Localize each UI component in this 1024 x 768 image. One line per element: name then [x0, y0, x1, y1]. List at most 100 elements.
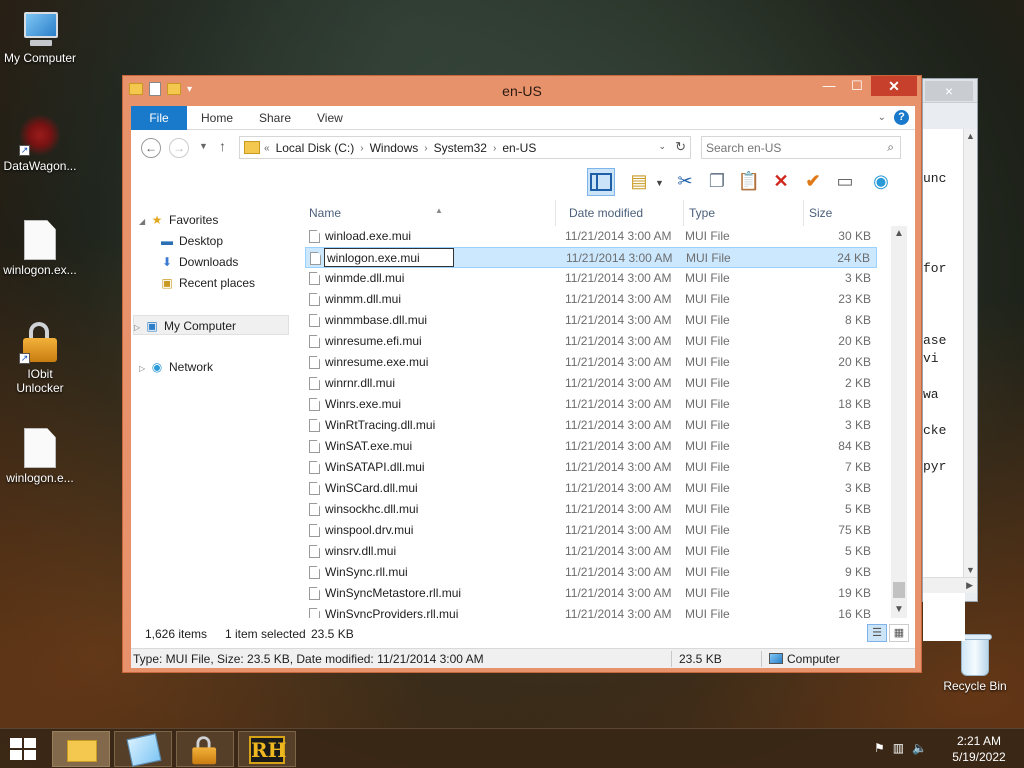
rename-input[interactable] [324, 248, 454, 267]
rename-button[interactable]: ▭ [831, 168, 859, 196]
nav-desktop[interactable]: ▬ Desktop [159, 231, 223, 251]
network-button[interactable]: ◉ [867, 168, 895, 196]
start-button[interactable] [10, 738, 38, 760]
table-row[interactable]: winsrv.dll.mui 11/21/2014 3:00 AM MUI File… [305, 541, 877, 562]
volume-muted-icon[interactable]: 🔈 [912, 741, 927, 755]
table-row[interactable]: WinSATAPI.dll.mui 11/21/2014 3:00 AM MUI F… [305, 457, 877, 478]
nav-downloads[interactable]: ⬇ Downloads [159, 252, 238, 272]
network-tray-icon[interactable]: ▥ [893, 741, 904, 755]
column-divider[interactable] [683, 200, 684, 226]
desktop-icon-winlogon-2[interactable]: winlogon.e... [0, 428, 80, 485]
desktop-icon-recycle-bin[interactable]: Recycle Bin [935, 632, 1015, 693]
table-row[interactable]: WinRtTracing.dll.mui 11/21/2014 3:00 AM MU… [305, 415, 877, 436]
delete-button[interactable]: ✕ [767, 168, 795, 196]
chevron-right-icon[interactable]: › [360, 143, 363, 154]
background-vertical-scrollbar[interactable]: ▲ ▼ [963, 129, 977, 585]
desktop-icon-datawagon[interactable]: ↗ DataWagon... [0, 114, 80, 173]
scroll-right-icon[interactable]: ▶ [966, 580, 973, 591]
table-row[interactable]: WinSyncMetastore.rll.mui 11/21/2014 3:00 … [305, 583, 877, 604]
table-row[interactable]: winsockhc.dll.mui 11/21/2014 3:00 AM MUI F… [305, 499, 877, 520]
search-icon[interactable]: ⌕ [887, 140, 894, 155]
desktop-icon-my-computer[interactable]: My Computer [0, 12, 80, 65]
expand-icon[interactable]: ▷ [134, 318, 144, 338]
maximize-button[interactable]: ☐ [843, 76, 871, 96]
tab-file[interactable]: File [131, 106, 187, 130]
folder-options-button[interactable]: ▤ [625, 168, 653, 196]
taskbar-file-explorer[interactable] [52, 731, 110, 767]
table-row[interactable]: winresume.exe.mui 11/21/2014 3:00 AM MUI F… [305, 352, 877, 373]
scroll-down-icon[interactable]: ▼ [894, 604, 904, 615]
table-row[interactable]: winmde.dll.mui 11/21/2014 3:00 AM MUI File… [305, 268, 877, 289]
background-horizontal-scrollbar[interactable]: ▶ [923, 577, 977, 593]
column-divider[interactable] [803, 200, 804, 226]
cut-button[interactable]: ✂ [671, 168, 699, 196]
breadcrumb-en-us[interactable]: en-US [502, 141, 536, 155]
clock[interactable]: 2:21 AM 5/19/2022 [940, 733, 1018, 765]
large-icons-view-button[interactable]: ▦ [889, 624, 909, 642]
search-box[interactable]: ⌕ [701, 136, 901, 159]
minimize-button[interactable]: — [815, 76, 843, 96]
scrollbar-thumb[interactable] [893, 582, 905, 598]
breadcrumb-system32[interactable]: System32 [434, 141, 487, 155]
tab-share[interactable]: Share [245, 106, 305, 130]
tab-home[interactable]: Home [187, 106, 247, 130]
table-row[interactable]: winmmbase.dll.mui 11/21/2014 3:00 AM MUI F… [305, 310, 877, 331]
explorer-window[interactable]: ▾ en-US — ☐ ✕ File Home Share View ⌄ ? ←… [122, 75, 922, 673]
background-window[interactable]: × unc for ase vi wa cke pyr ▲ ▼ ▶ [922, 78, 978, 641]
paste-button[interactable]: 📋 [735, 168, 763, 196]
confirm-button[interactable]: ✔ [799, 168, 827, 196]
nav-network[interactable]: ▷ ◉ Network [139, 357, 213, 377]
table-row[interactable]: WinSync.rll.mui 11/21/2014 3:00 AM MUI Fil… [305, 562, 877, 583]
chevron-down-icon[interactable]: ▼ [655, 178, 664, 188]
scroll-up-icon[interactable]: ▲ [894, 228, 904, 239]
column-header-name[interactable]: Name ▲ [309, 206, 443, 226]
breadcrumb-local-disk[interactable]: Local Disk (C:) [276, 141, 355, 155]
address-dropdown-icon[interactable]: ⌄ [658, 141, 666, 152]
navigation-pane-button[interactable] [587, 168, 615, 196]
taskbar-resource-hacker[interactable]: RH [238, 731, 296, 767]
background-close-button[interactable]: × [925, 81, 973, 101]
column-header-type[interactable]: Type [689, 206, 715, 226]
nav-recent-places[interactable]: ▣ Recent places [159, 273, 255, 293]
desktop-icon-iobit-unlocker[interactable]: ↗ IObit Unlocker [0, 322, 80, 395]
table-row[interactable]: winspool.drv.mui 11/21/2014 3:00 AM MUI Fi… [305, 520, 877, 541]
search-input[interactable] [706, 140, 876, 156]
chevron-right-icon[interactable]: › [424, 143, 427, 154]
back-button[interactable]: ← [141, 138, 161, 158]
recent-locations-icon[interactable]: ▼ [199, 141, 208, 151]
details-view-button[interactable]: ☰ [867, 624, 887, 642]
table-row[interactable]: winrnr.dll.mui 11/21/2014 3:00 AM MUI File… [305, 373, 877, 394]
column-divider[interactable] [555, 200, 556, 226]
column-header-size[interactable]: Size [809, 206, 832, 226]
nav-favorites[interactable]: ◢ ★ Favorites [139, 210, 218, 230]
expand-icon[interactable]: ◢ [139, 212, 149, 232]
vertical-scrollbar[interactable]: ▲ ▼ [891, 226, 907, 618]
nav-my-computer[interactable]: ▷ ▣ My Computer [133, 315, 289, 335]
titlebar[interactable]: ▾ en-US — ☐ ✕ [123, 76, 921, 105]
action-center-flag-icon[interactable]: ⚑ [874, 741, 885, 755]
up-button[interactable]: ↑ [219, 138, 226, 154]
table-row[interactable]: WinSAT.exe.mui 11/21/2014 3:00 AM MUI File… [305, 436, 877, 457]
chevron-down-icon[interactable]: ⌄ [878, 112, 886, 123]
table-row[interactable]: winload.exe.mui 11/21/2014 3:00 AM MUI Fil… [305, 226, 877, 247]
forward-button[interactable]: → [169, 138, 189, 158]
scroll-down-icon[interactable]: ▼ [966, 565, 975, 575]
expand-icon[interactable]: ▷ [139, 359, 149, 379]
breadcrumb-overflow[interactable]: « [264, 143, 270, 154]
scroll-up-icon[interactable]: ▲ [966, 131, 975, 141]
column-header-date[interactable]: Date modified [569, 206, 643, 226]
desktop-icon-winlogon-1[interactable]: winlogon.ex... [0, 220, 80, 277]
taskbar-iobit-unlocker[interactable] [176, 731, 234, 767]
chevron-right-icon[interactable]: › [493, 143, 496, 154]
taskbar-notepad[interactable] [114, 731, 172, 767]
table-row[interactable]: Winrs.exe.mui 11/21/2014 3:00 AM MUI File 1… [305, 394, 877, 415]
breadcrumb-windows[interactable]: Windows [370, 141, 419, 155]
close-button[interactable]: ✕ [871, 76, 917, 96]
refresh-icon[interactable]: ↻ [675, 139, 686, 155]
copy-button[interactable]: ❐ [703, 168, 731, 196]
table-row[interactable]: WinSCard.dll.mui 11/21/2014 3:00 AM MUI Fi… [305, 478, 877, 499]
address-bar[interactable]: « Local Disk (C:) › Windows › System32 ›… [239, 136, 691, 159]
help-icon[interactable]: ? [894, 110, 909, 125]
table-row-selected[interactable]: 11/21/2014 3:00 AM MUI File 24 KB [305, 247, 877, 268]
tab-view[interactable]: View [303, 106, 357, 130]
